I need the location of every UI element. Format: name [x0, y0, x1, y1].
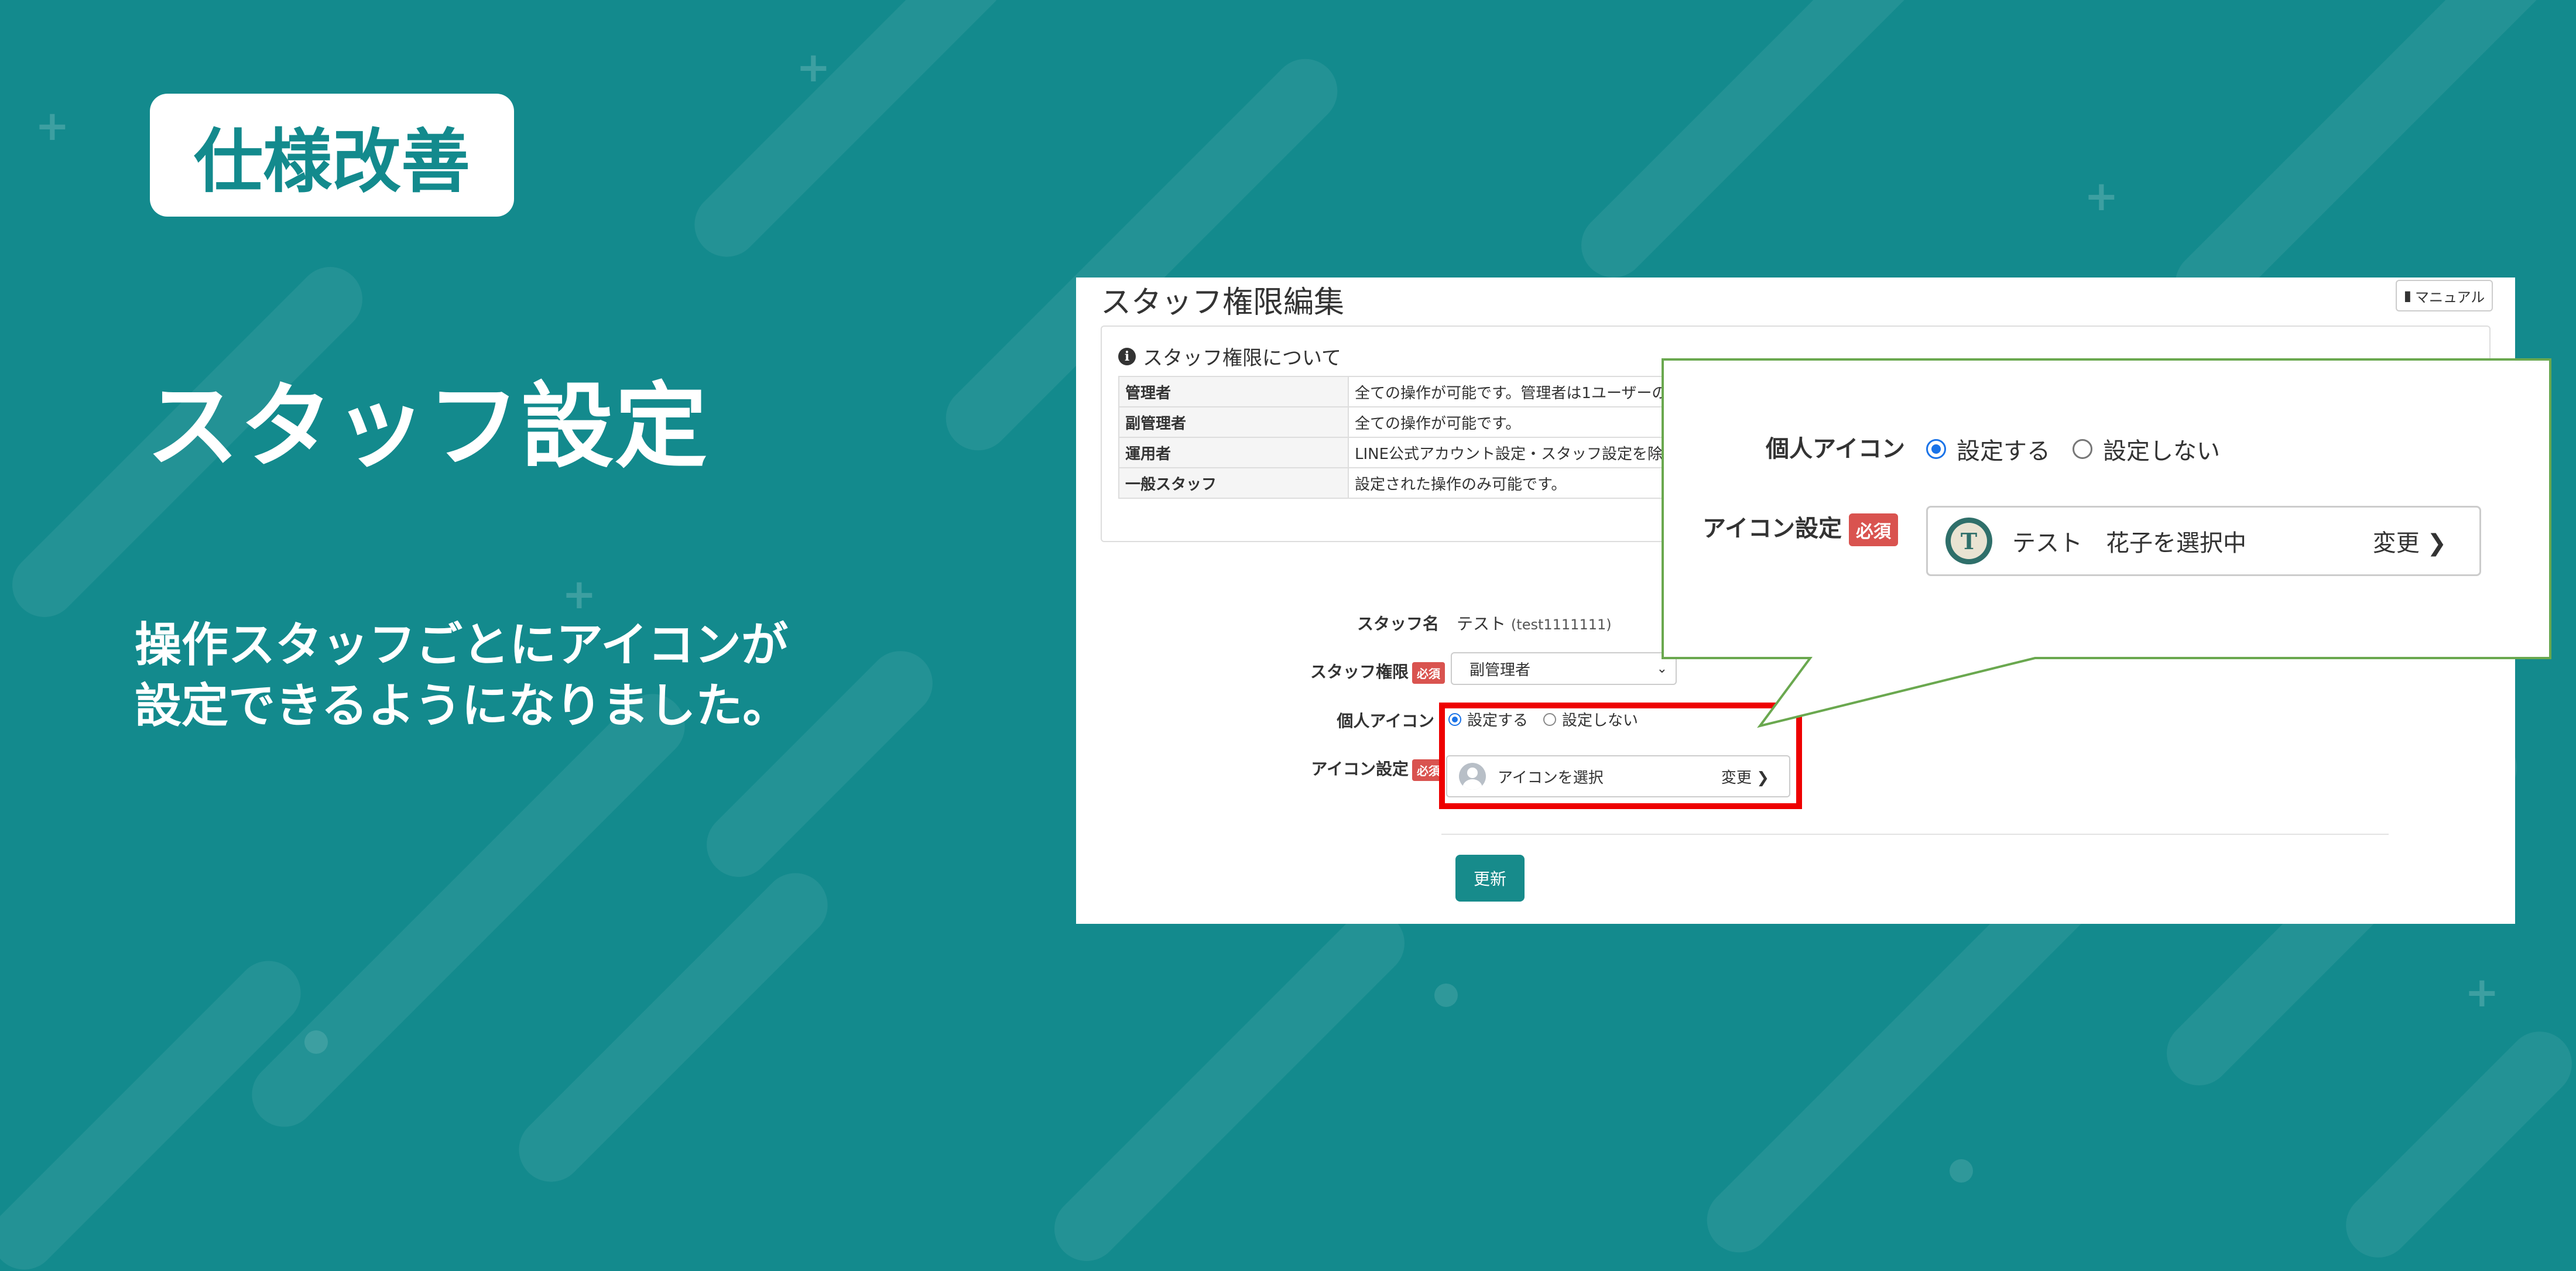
callout-radio-set-label: 設定する	[1957, 438, 2050, 465]
callout-radio-not-set-label: 設定しない	[2103, 438, 2220, 465]
callout-icon-setting-label: アイコン設定 必須	[1703, 509, 1898, 546]
avatar-letter: T	[1951, 523, 1987, 559]
callout-selected-text: テスト 花子を選択中	[2012, 530, 2246, 557]
callout-radio-group: 設定する 設定しない	[1926, 432, 2220, 466]
callout-required-badge: 必須	[1849, 513, 1898, 546]
callout-personal-icon-label: 個人アイコン	[1766, 436, 1905, 463]
callout-radio-not-set[interactable]	[2073, 439, 2092, 459]
callout-icon-select-box[interactable]: T テスト 花子を選択中 変更 ❯	[1926, 506, 2481, 576]
chevron-right-icon: ❯	[2427, 530, 2447, 557]
callout-change-label: 変更	[2372, 530, 2420, 557]
callout-radio-set[interactable]	[1926, 439, 1946, 459]
selected-avatar-icon: T	[1945, 518, 1992, 564]
callout-change-link[interactable]: 変更 ❯	[2373, 524, 2447, 558]
callout-content: 個人アイコン 設定する 設定しない アイコン設定 必須 T テスト 花子を選択中 …	[1663, 359, 2550, 658]
callout-icon-setting-label-text: アイコン設定	[1703, 515, 1842, 542]
